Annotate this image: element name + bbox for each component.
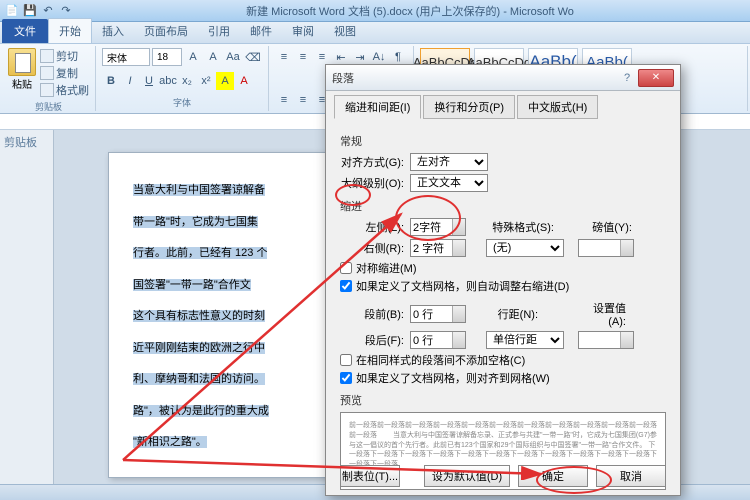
word-icon: 📄: [4, 3, 20, 19]
setval-input[interactable]: [578, 331, 634, 349]
paste-label: 粘贴: [12, 76, 32, 91]
align-label: 对齐方式(G):: [340, 154, 404, 170]
font-name-select[interactable]: [102, 48, 150, 66]
align-left-icon[interactable]: ≡: [275, 91, 293, 109]
font-color-button[interactable]: A: [235, 72, 253, 90]
offset-input[interactable]: [578, 239, 634, 257]
redo-icon[interactable]: ↷: [58, 3, 74, 19]
format-painter-button[interactable]: 格式刷: [40, 82, 89, 98]
text-line: 这个具有标志性意义的时刻: [133, 310, 265, 322]
after-input[interactable]: 0 行: [410, 331, 466, 349]
paste-icon: [8, 48, 36, 76]
tab-home[interactable]: 开始: [48, 18, 92, 43]
before-label: 段前(B):: [340, 306, 404, 322]
tab-view[interactable]: 视图: [324, 19, 366, 43]
dialog-title: 段落: [332, 70, 618, 86]
shrink-font-icon[interactable]: A: [204, 48, 222, 66]
italic-button[interactable]: I: [121, 72, 139, 90]
cut-icon: [40, 49, 54, 63]
strike-button[interactable]: abc: [159, 72, 177, 90]
tab-mailings[interactable]: 邮件: [240, 19, 282, 43]
superscript-button[interactable]: x²: [197, 72, 215, 90]
clipboard-pane[interactable]: 剪贴板: [0, 130, 54, 484]
outline-select[interactable]: 正文文本: [410, 174, 488, 192]
text-line: 国签署"一带一路"合作文: [133, 279, 251, 291]
auto-adjust-checkbox[interactable]: 如果定义了文档网格，则自动调整右缩进(D): [340, 278, 666, 294]
numbering-icon[interactable]: ≡: [294, 48, 312, 66]
quick-access-toolbar: 📄 💾 ↶ ↷: [4, 3, 74, 19]
text-line: 近平刚刚结束的欧洲之行中: [133, 342, 265, 354]
setval-label: 设置值(A):: [578, 300, 626, 328]
clipboard-group: 粘贴 剪切 复制 格式刷 剪贴板: [2, 46, 96, 111]
font-size-select[interactable]: [152, 48, 182, 66]
dialog-titlebar[interactable]: 段落 ? ✕: [326, 65, 680, 91]
left-indent-input[interactable]: 2字符: [410, 218, 466, 236]
tab-chinese[interactable]: 中文版式(H): [517, 95, 598, 119]
highlight-button[interactable]: A: [216, 72, 234, 90]
dialog-body: 常规 对齐方式(G): 左对齐 大纲级别(O): 正文文本 缩进 左侧(L): …: [326, 119, 680, 498]
subscript-button[interactable]: x₂: [178, 72, 196, 90]
cancel-button[interactable]: 取消: [596, 465, 666, 487]
align-center-icon[interactable]: ≡: [294, 91, 312, 109]
after-label: 段后(F):: [340, 332, 404, 348]
underline-button[interactable]: U: [140, 72, 158, 90]
clear-format-icon[interactable]: ⌫: [244, 48, 262, 66]
paste-button[interactable]: 粘贴: [8, 48, 36, 98]
tabstops-button[interactable]: 制表位(T)...: [340, 465, 400, 487]
special-select[interactable]: (无): [486, 239, 564, 257]
outline-label: 大纲级别(O):: [340, 175, 404, 191]
nosame-checkbox[interactable]: 在相同样式的段落间不添加空格(C): [340, 352, 666, 368]
ribbon-tabs: 文件 开始 插入 页面布局 引用 邮件 审阅 视图: [0, 22, 750, 44]
help-icon[interactable]: ?: [618, 69, 636, 87]
font-group: A A Aa ⌫ B I U abc x₂ x² A A 字体: [96, 46, 269, 111]
text-line: 利、摩纳哥和法国的访问。: [133, 373, 265, 385]
text-line: 行者。此前，已经有 123 个: [133, 247, 267, 259]
line-spacing-select[interactable]: 单倍行距: [486, 331, 564, 349]
left-indent-label: 左侧(L):: [340, 219, 404, 235]
line-spacing-label: 行距(N):: [486, 306, 538, 322]
text-line: 当意大利与中国签署谅解备: [133, 184, 265, 196]
window-title: 新建 Microsoft Word 文档 (5).docx (用户上次保存的) …: [74, 3, 746, 19]
right-indent-label: 右侧(R):: [340, 240, 404, 256]
copy-icon: [40, 66, 54, 80]
bullets-icon[interactable]: ≡: [275, 48, 293, 66]
paragraph-dialog: 段落 ? ✕ 缩进和间距(I) 换行和分页(P) 中文版式(H) 常规 对齐方式…: [325, 64, 681, 496]
right-indent-input[interactable]: 2 字符: [410, 239, 466, 257]
copy-button[interactable]: 复制: [40, 65, 89, 81]
bold-button[interactable]: B: [102, 72, 120, 90]
ok-button[interactable]: 确定: [518, 465, 588, 487]
undo-icon[interactable]: ↶: [40, 3, 56, 19]
dialog-buttons: 制表位(T)... 设为默认值(D) 确定 取消: [326, 465, 680, 487]
text-line: "新相识之路"。: [133, 436, 207, 448]
dialog-tabs: 缩进和间距(I) 换行和分页(P) 中文版式(H): [326, 91, 680, 119]
tab-review[interactable]: 审阅: [282, 19, 324, 43]
clipboard-label: 剪贴板: [8, 100, 89, 113]
file-tab[interactable]: 文件: [2, 19, 48, 43]
tab-layout[interactable]: 页面布局: [134, 19, 198, 43]
section-indent: 缩进: [340, 198, 666, 214]
grid-checkbox[interactable]: 如果定义了文档网格，则对齐到网格(W): [340, 370, 666, 386]
font-label: 字体: [102, 96, 262, 109]
tab-insert[interactable]: 插入: [92, 19, 134, 43]
mirror-checkbox[interactable]: 对称缩进(M): [340, 260, 666, 276]
brush-icon: [40, 83, 54, 97]
tab-indent-spacing[interactable]: 缩进和间距(I): [334, 95, 421, 119]
tab-line-page[interactable]: 换行和分页(P): [423, 95, 515, 119]
save-icon[interactable]: 💾: [22, 3, 38, 19]
default-button[interactable]: 设为默认值(D): [424, 465, 510, 487]
section-preview: 预览: [340, 392, 666, 408]
change-case-icon[interactable]: Aa: [224, 48, 242, 66]
text-line: 带一路"时，它成为七国集: [133, 216, 258, 228]
tab-references[interactable]: 引用: [198, 19, 240, 43]
close-icon[interactable]: ✕: [638, 69, 674, 87]
special-label: 特殊格式(S):: [486, 219, 554, 235]
section-general: 常规: [340, 133, 666, 149]
cut-button[interactable]: 剪切: [40, 48, 89, 64]
text-line: 路"，被认为是此行的重大成: [133, 405, 269, 417]
grow-font-icon[interactable]: A: [184, 48, 202, 66]
offset-label: 磅值(Y):: [584, 219, 632, 235]
align-select[interactable]: 左对齐: [410, 153, 488, 171]
before-input[interactable]: 0 行: [410, 305, 466, 323]
